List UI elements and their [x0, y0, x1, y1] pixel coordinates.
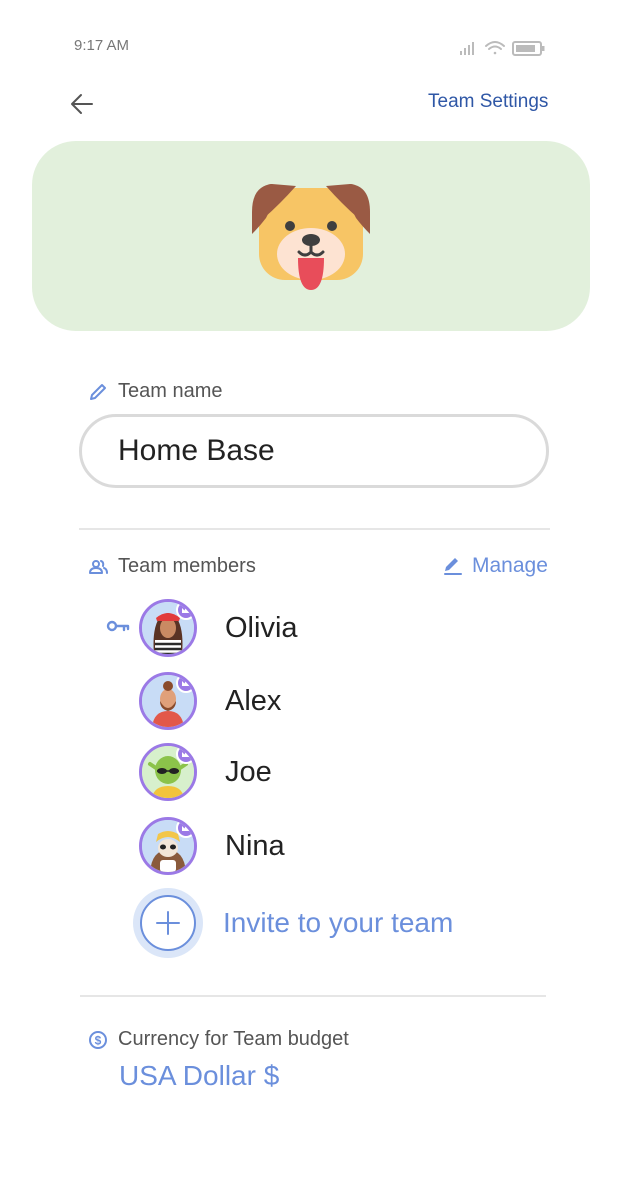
plus-icon	[140, 895, 196, 951]
divider	[80, 995, 546, 997]
crown-icon	[176, 602, 194, 620]
team-members-label-row: Team members	[88, 555, 256, 578]
divider	[79, 528, 550, 530]
invite-circle	[133, 888, 203, 958]
member-name: Alex	[225, 684, 282, 717]
crown-icon	[176, 820, 194, 838]
currency-value[interactable]: USA Dollar $	[119, 1060, 279, 1092]
status-icons	[458, 37, 548, 57]
team-name-input[interactable]	[79, 414, 549, 488]
member-row-nina[interactable]: Nina	[139, 815, 439, 877]
crown-icon	[176, 675, 194, 693]
dollar-icon: $	[88, 1030, 108, 1050]
member-row-olivia[interactable]: Olivia	[139, 597, 439, 659]
people-icon	[88, 557, 108, 577]
member-name: Olivia	[225, 611, 298, 644]
signal-icon	[460, 41, 545, 56]
team-avatar[interactable]	[250, 178, 372, 294]
team-settings-link[interactable]: Team Settings	[428, 91, 548, 113]
pencil-icon	[88, 382, 108, 402]
team-members-label: Team members	[118, 555, 256, 577]
invite-label: Invite to your team	[223, 907, 454, 938]
crown-icon	[176, 746, 194, 764]
dog-icon	[252, 184, 370, 290]
currency-label-row: $ Currency for Team budget	[88, 1028, 349, 1051]
member-row-joe[interactable]: Joe	[139, 741, 439, 803]
svg-text:$: $	[95, 1033, 102, 1047]
manage-button[interactable]: Manage	[442, 554, 548, 578]
member-row-alex[interactable]: Alex	[139, 670, 439, 732]
wifi-icon	[485, 41, 505, 55]
member-name: Nina	[225, 829, 285, 862]
invite-button[interactable]: Invite to your team	[133, 888, 473, 958]
edit-icon	[442, 555, 464, 577]
battery-icon	[512, 41, 545, 56]
team-name-label: Team name	[118, 380, 223, 402]
status-time: 9:17 AM	[74, 37, 130, 54]
avatar	[139, 743, 197, 801]
key-icon	[106, 618, 130, 634]
back-arrow-icon	[71, 94, 93, 114]
member-name: Joe	[225, 755, 272, 788]
avatar	[139, 817, 197, 875]
avatar	[139, 672, 197, 730]
manage-label: Manage	[472, 554, 548, 577]
avatar	[139, 599, 197, 657]
team-name-label-row: Team name	[88, 380, 223, 403]
currency-label: Currency for Team budget	[118, 1028, 349, 1050]
back-button[interactable]	[68, 90, 96, 118]
